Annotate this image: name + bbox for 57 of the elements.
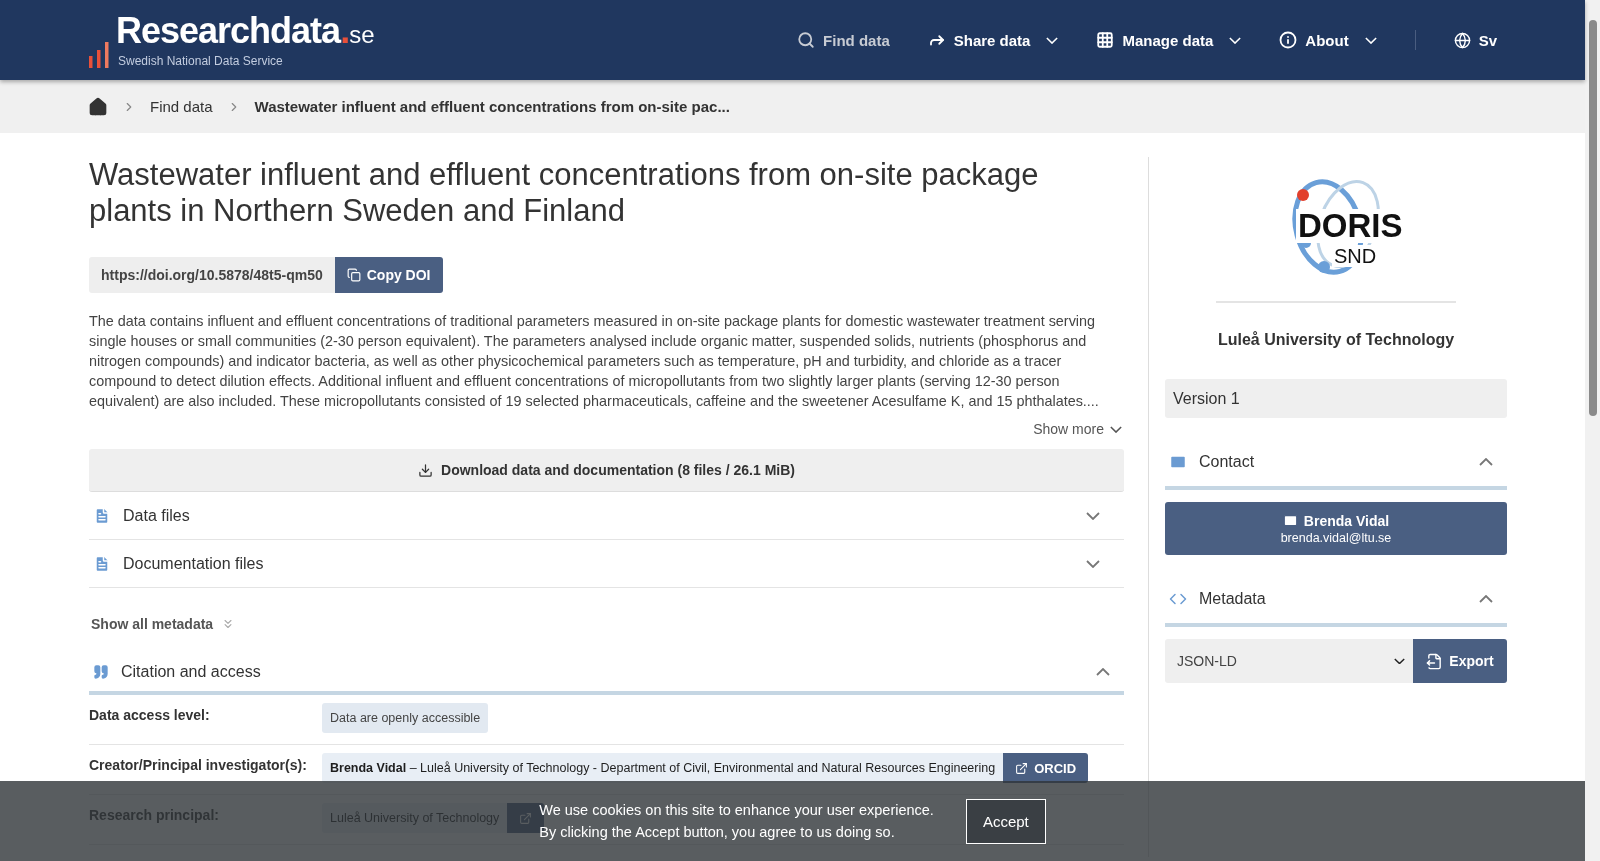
download-icon — [418, 462, 434, 478]
nav-item[interactable]: About — [1279, 31, 1377, 49]
repository-logo: DORIS SND — [1266, 169, 1406, 279]
chevron-down-icon — [1086, 559, 1100, 568]
home-icon[interactable] — [88, 96, 108, 117]
metadata-header[interactable]: Metadata — [1165, 575, 1507, 627]
show-all-metadata-link[interactable]: Show all metadata — [91, 616, 1122, 632]
nav-item[interactable]: Manage data — [1096, 31, 1242, 49]
nav-item[interactable]: Find data — [797, 31, 890, 49]
file-section-header[interactable]: Documentation files — [89, 540, 1124, 588]
dataset-title: Wastewater influent and effluent concentrations from on-site package plants in Northern Sweden and Finland — [89, 157, 1040, 229]
quote-icon — [93, 663, 109, 680]
accept-button[interactable]: Accept — [965, 798, 1046, 844]
cookie-text: We use cookies on this site to enhance your user experience. — [539, 802, 934, 818]
file-section-header[interactable]: Data files — [89, 492, 1124, 540]
breadcrumb-item[interactable]: Find data — [150, 98, 213, 115]
file-export-icon — [1426, 652, 1444, 670]
chevron-up-icon — [1479, 458, 1493, 466]
chevron-down-icon — [1364, 36, 1377, 44]
nav-item[interactable]: Share data — [927, 31, 1059, 49]
format-select[interactable]: JSON-LD — [1165, 639, 1413, 683]
field-label: Data access level: — [89, 706, 211, 723]
breadcrumb-item[interactable]: Wastewater influent and effluent concentrations from on-site pac... — [254, 98, 730, 115]
doi-link[interactable]: https://doi.org/10.5878/48t5-qm50 — [89, 257, 335, 293]
chevron-down-icon — [1229, 36, 1242, 44]
orcid-button[interactable]: ORCID — [1003, 753, 1089, 783]
chevron-up-icon — [1479, 595, 1493, 603]
dataset-description: The data contains influent and effluent concentrations of traditional parameters measured in on-site package plants for domestic wastewater treatment serving single houses or small communities (2-30 person equivalent). The parameters analysed include organic matter, suspended solids, nutrients (phosphorus and nitrogen compounds) and indicator bacteria, as well as other physicochemical parameters such as temperature, pH and turbidity, and chloride as a tracer compound to detect dilution effects. Additional influent and effluent concentrations of micropollutants from two slightly larger plants (serving 12-30 person equivalent) are also included. These micropollutants consisted of 19 selected pharmaceuticals, caffeine and the sweetener Acesulfame K, and 15 phthalates.... — [89, 312, 1100, 411]
search-icon — [797, 31, 816, 49]
chevron-down-icon — [1110, 425, 1122, 433]
citation-header[interactable]: Citation and access — [89, 652, 1124, 695]
copy-doi-button[interactable]: Copy DOI — [334, 257, 443, 293]
export-button[interactable]: Export — [1413, 639, 1507, 683]
access-tag: Data are openly accessible — [322, 703, 489, 733]
external-link-icon — [1015, 761, 1029, 775]
show-more-link[interactable]: Show more — [91, 421, 1122, 437]
file-icon — [93, 506, 111, 525]
contact-button[interactable]: Brenda Vidal brenda.vidal@ltu.se — [1165, 502, 1507, 555]
chevron-down-icon — [1394, 657, 1405, 665]
chevron-down-icon — [1086, 511, 1100, 520]
globe-icon — [1453, 31, 1471, 49]
bar-chart-icon — [88, 42, 112, 68]
cookie-text: By clicking the Accept button, you agree to us doing so. — [539, 824, 896, 840]
language-switch[interactable]: Sv — [1453, 31, 1497, 49]
info-icon — [1279, 31, 1298, 49]
site-logo[interactable]: Researchdata.se Swedish National Data Service — [88, 12, 375, 68]
file-icon — [93, 554, 111, 573]
chevron-down-icon — [1046, 36, 1059, 44]
copy-icon — [346, 268, 361, 282]
field-label: Creator/Principal investigator(s): — [89, 756, 308, 773]
download-button[interactable]: Download data and documentation (8 files / 26.1 MiB) — [89, 449, 1124, 492]
chevron-up-icon — [1096, 667, 1110, 676]
organisation-name: Luleå University of Technology — [1216, 331, 1456, 349]
version-label: Version 1 — [1165, 379, 1507, 418]
grid-icon — [1096, 31, 1115, 49]
contact-header[interactable]: Contact — [1165, 438, 1507, 490]
creator-value: Brenda Vidal – Luleå University of Technology - Department of Civil, Environmental and Natural Resources Engineering — [322, 753, 1004, 783]
